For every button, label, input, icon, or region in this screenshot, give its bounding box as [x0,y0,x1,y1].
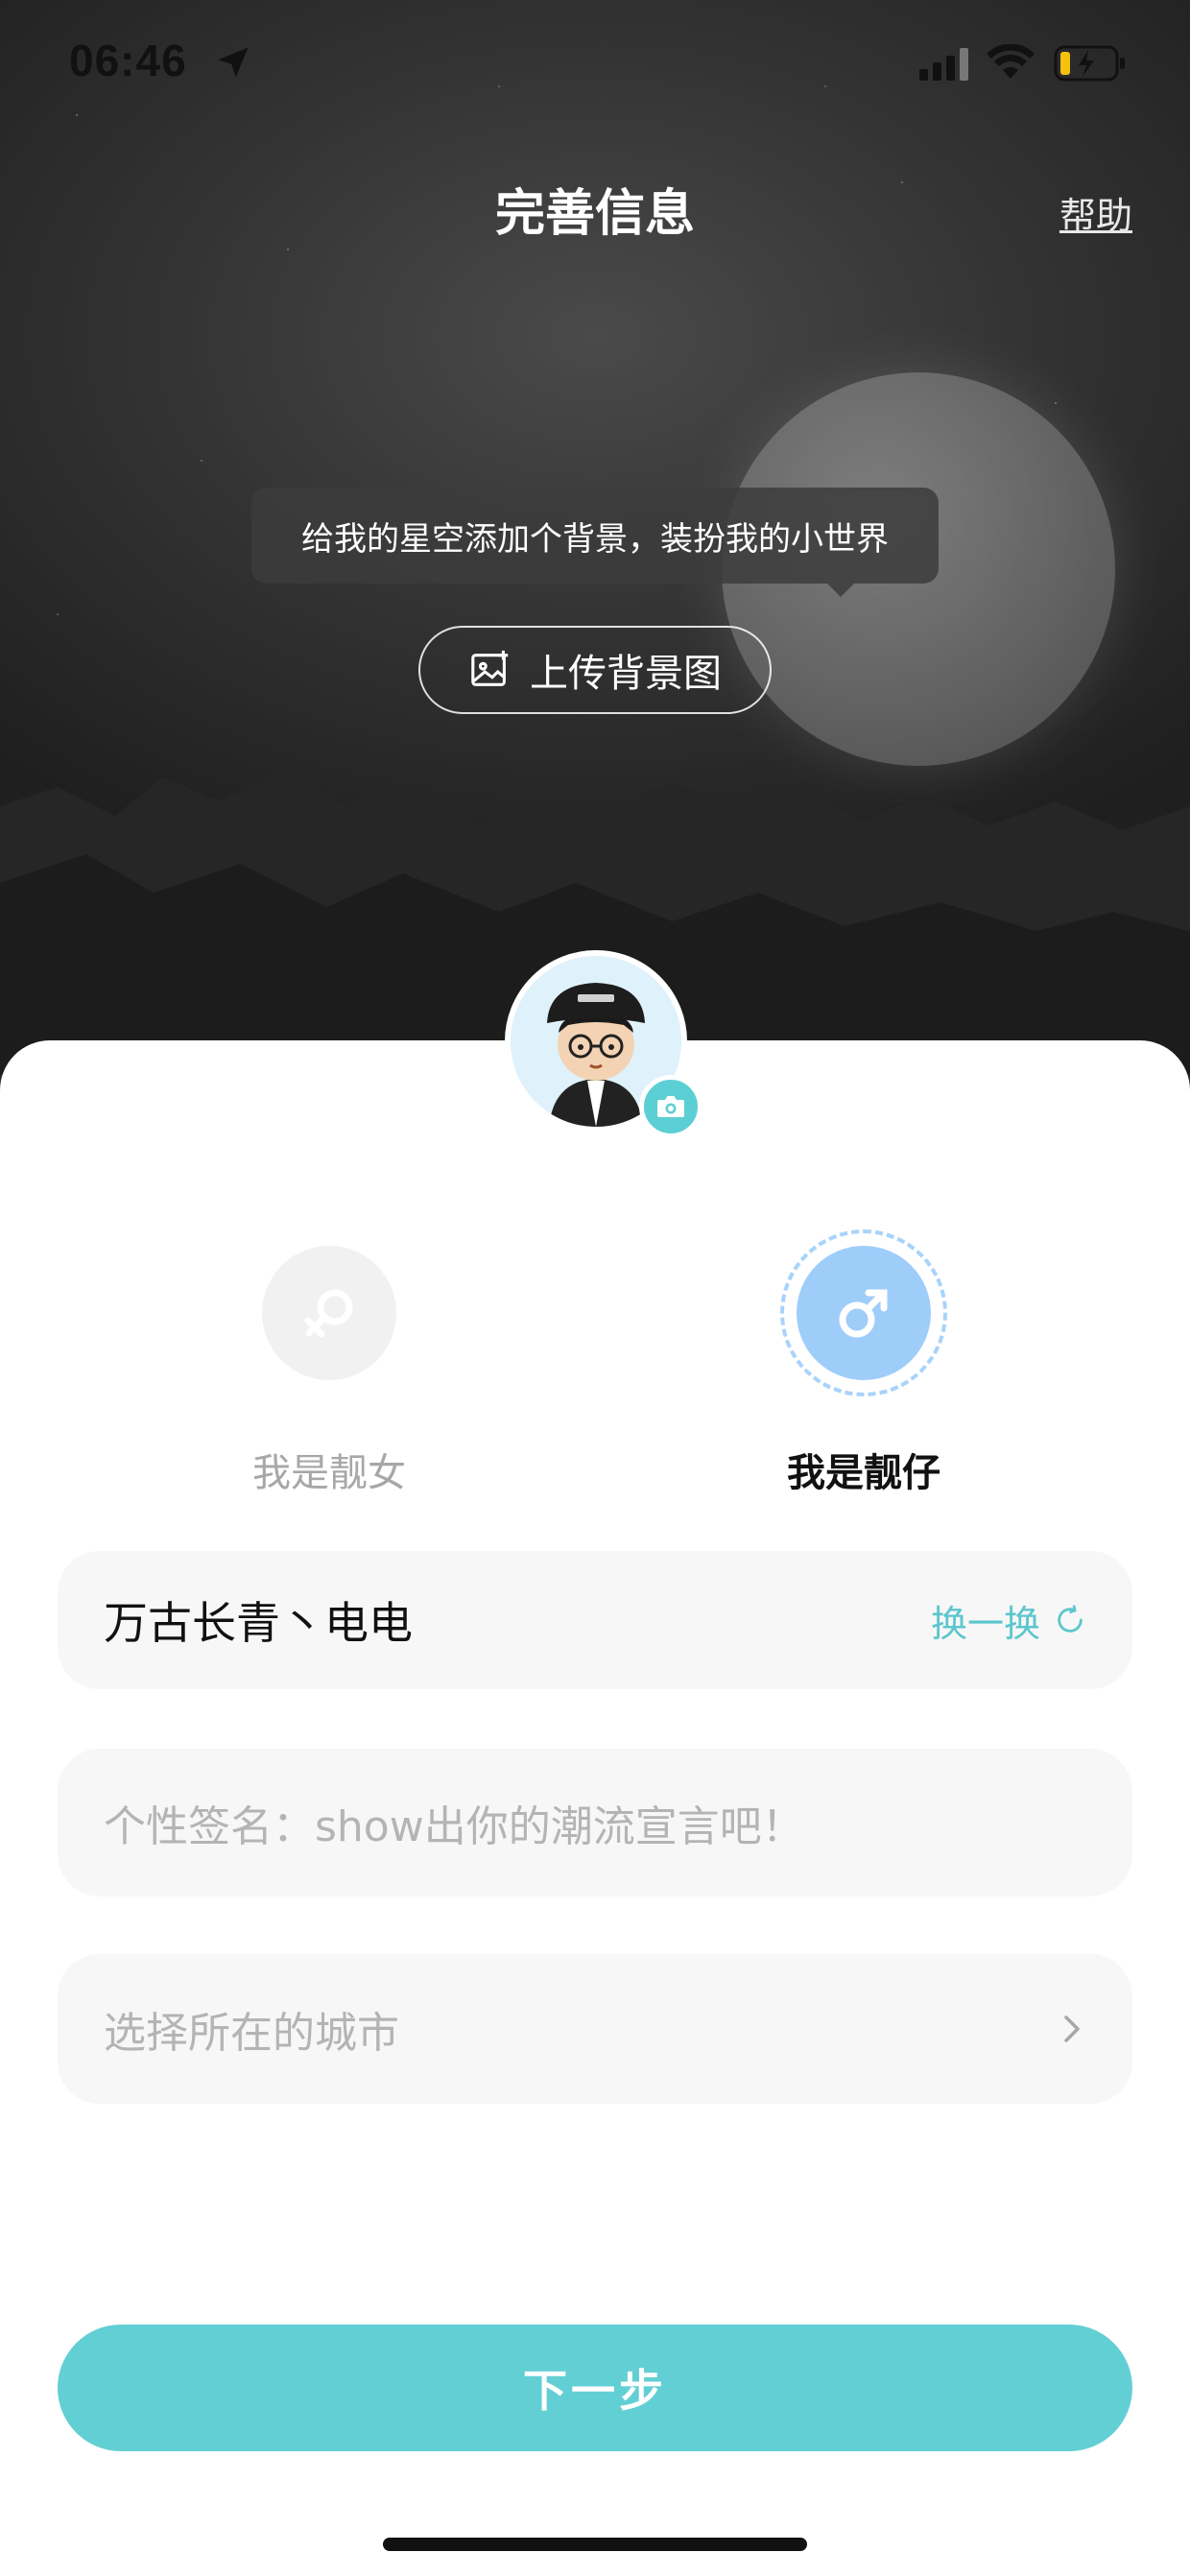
female-symbol-icon [262,1246,396,1380]
city-placeholder: 选择所在的城市 [104,2009,399,2058]
signature-input[interactable]: 个性签名：show出你的潮流宣言吧！ [58,1749,1132,1896]
help-link[interactable]: 帮助 [1059,186,1132,239]
refresh-icon [1058,1605,1083,1633]
city-selector[interactable]: 选择所在的城市 [58,1954,1132,2104]
location-arrow-icon [218,47,249,78]
gender-female-option[interactable]: 我是靓女 [185,1246,473,1497]
add-image-icon [471,650,509,686]
background-tip: 给我的星空添加个背景，装扮我的小世界 [251,488,939,597]
upload-background-label: 上传背景图 [530,652,722,696]
nickname-field[interactable]: 万古长青丶电电 换一换 [58,1551,1132,1689]
camera-icon[interactable] [639,1075,702,1138]
cellular-signal-icon [919,48,968,81]
avatar-picker[interactable] [505,950,702,1138]
male-symbol-icon [780,1229,947,1396]
wifi-icon [987,44,1035,79]
selected-ring [780,1229,947,1396]
chevron-right-icon [1064,2015,1080,2042]
upload-background-button[interactable]: 上传背景图 [418,626,772,714]
nickname-value[interactable]: 万古长青丶电电 [104,1588,931,1652]
signature-placeholder: 个性签名：show出你的潮流宣言吧！ [104,1802,804,1851]
status-time: 06:46 [69,36,187,85]
refresh-nickname-label: 换一换 [930,1602,1040,1645]
page-title: 完善信息 [494,185,695,243]
gender-male-label: 我是靓仔 [787,1451,940,1495]
gender-female-label: 我是靓女 [252,1451,406,1495]
home-indicator[interactable] [383,2538,807,2551]
next-step-button[interactable]: 下一步 [58,2325,1132,2451]
gender-male-option[interactable]: 我是靓仔 [720,1229,1008,1497]
refresh-nickname-button[interactable]: 换一换 [931,1594,1086,1647]
status-bar: 06:46 [0,0,1190,125]
battery-icon [1054,45,1125,82]
